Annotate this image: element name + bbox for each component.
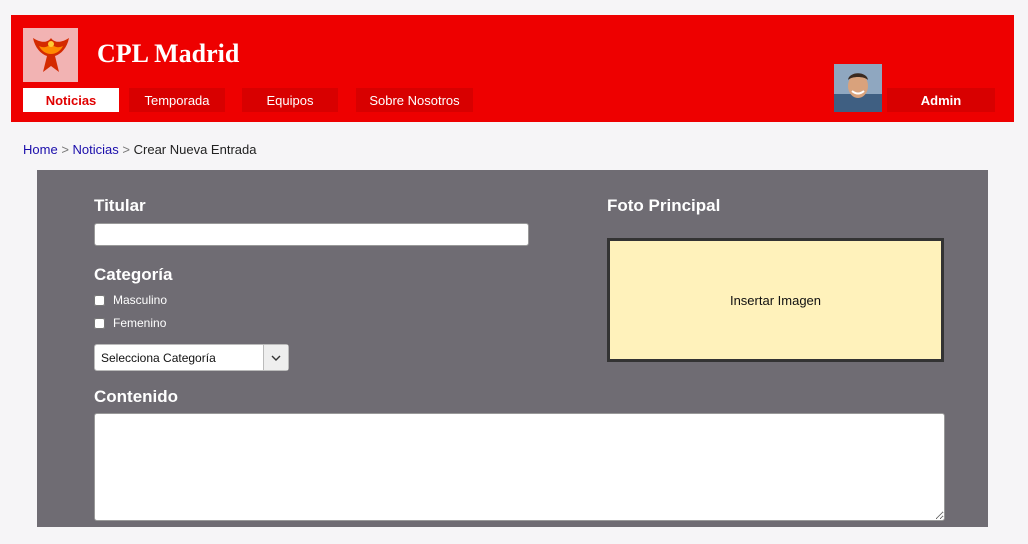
nav-temporada[interactable]: Temporada	[129, 88, 225, 112]
chevron-down-icon[interactable]	[263, 345, 288, 370]
breadcrumb-separator: >	[122, 142, 130, 157]
masculino-checkbox[interactable]	[94, 294, 105, 306]
femenino-label: Femenino	[113, 316, 167, 330]
nav-sobre-nosotros[interactable]: Sobre Nosotros	[356, 88, 473, 112]
foto-principal-label: Foto Principal	[607, 196, 721, 215]
breadcrumb-separator: >	[61, 142, 69, 157]
titular-input[interactable]	[94, 223, 529, 246]
nav-equipos[interactable]: Equipos	[242, 88, 338, 112]
contenido-textarea[interactable]	[94, 413, 945, 521]
breadcrumb-noticias[interactable]: Noticias	[73, 142, 119, 157]
masculino-label: Masculino	[113, 293, 168, 307]
femenino-option[interactable]: Femenino	[94, 316, 166, 330]
breadcrumb-current: Crear Nueva Entrada	[133, 142, 257, 157]
new-entry-form: Titular Categoría Masculino Femenino Sel…	[37, 170, 988, 527]
categoria-select[interactable]: Selecciona Categoría	[94, 344, 289, 371]
contenido-label: Contenido	[94, 387, 179, 406]
masculino-option[interactable]: Masculino	[94, 293, 167, 307]
breadcrumb-home[interactable]: Home	[23, 142, 58, 157]
categoria-select-value: Selecciona Categoría	[101, 350, 216, 365]
admin-menu[interactable]: Admin	[887, 88, 995, 112]
site-header: CPL Madrid Noticias Temporada Equipos So…	[11, 15, 1014, 122]
femenino-checkbox[interactable]	[94, 317, 105, 329]
user-avatar[interactable]	[834, 64, 882, 112]
phoenix-logo-icon[interactable]	[23, 28, 78, 82]
insert-image-label: Insertar Imagen	[729, 292, 822, 308]
nav-noticias[interactable]: Noticias	[23, 88, 119, 112]
titular-label: Titular	[94, 196, 146, 215]
breadcrumb: Home > Noticias > Crear Nueva Entrada	[23, 142, 256, 157]
categoria-label: Categoría	[94, 265, 173, 284]
insert-image-dropzone[interactable]: Insertar Imagen	[607, 238, 944, 362]
site-title: CPL Madrid	[97, 39, 240, 68]
